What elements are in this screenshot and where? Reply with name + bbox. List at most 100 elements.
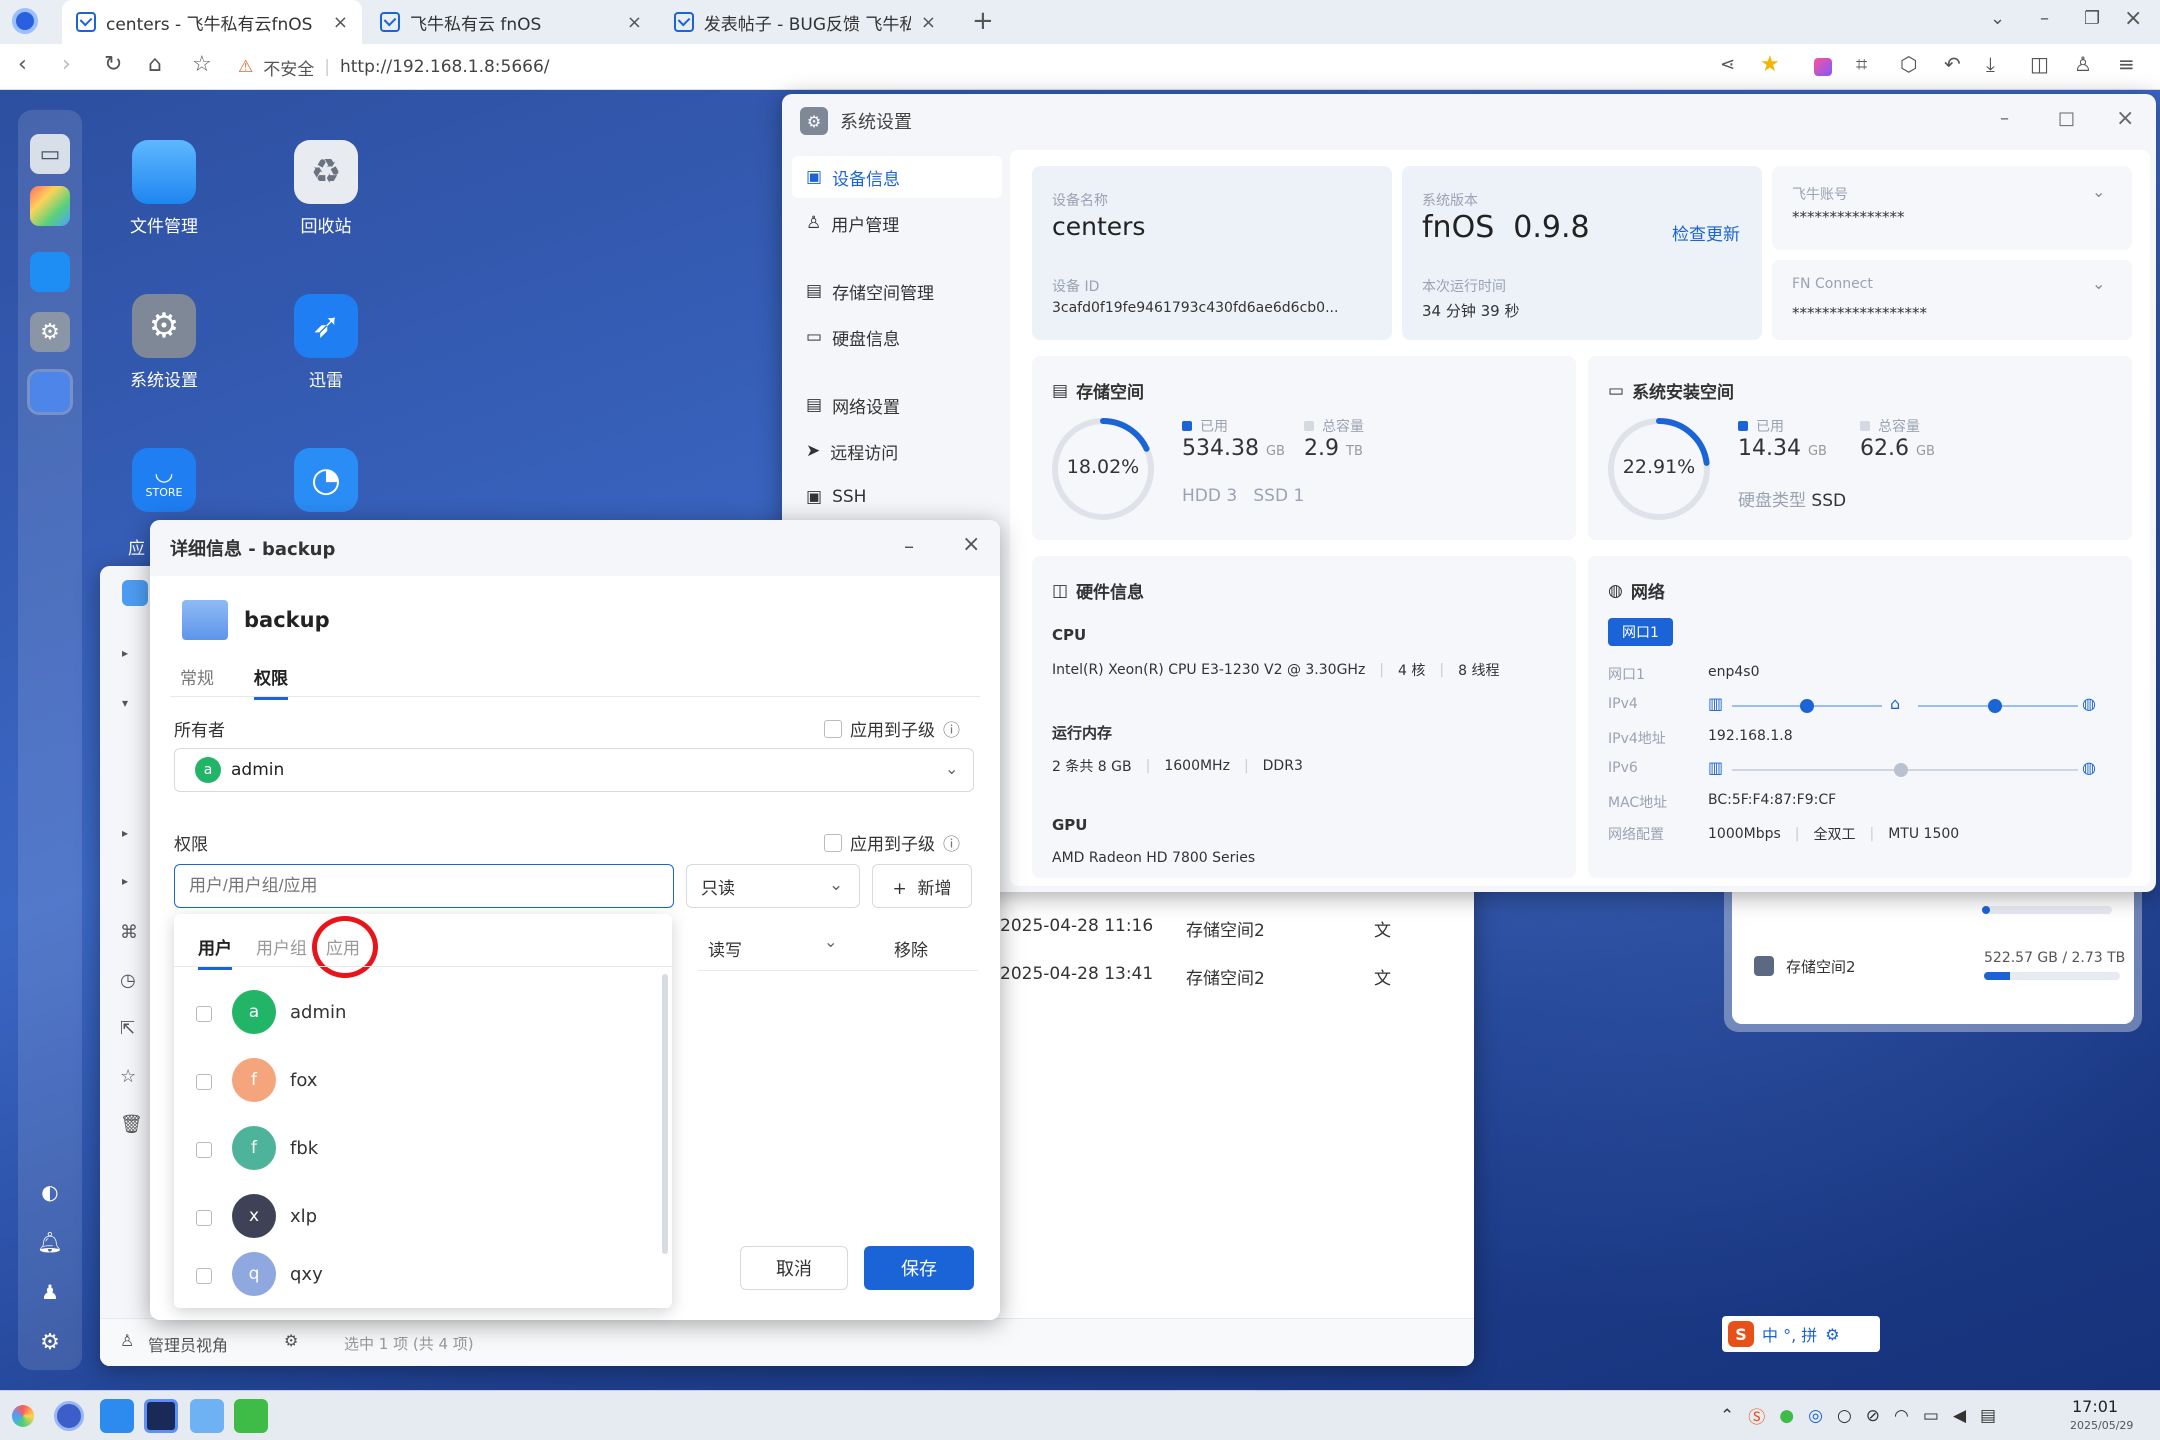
view-settings-icon[interactable]: ⚙ <box>284 1331 298 1350</box>
tray-network-drive-icon[interactable]: ◎ <box>1808 1406 1823 1426</box>
list-item[interactable]: f fox <box>174 1050 654 1110</box>
expand-icon[interactable]: ▸ <box>122 646 128 660</box>
taskbar-app-2-icon[interactable] <box>190 1399 224 1433</box>
permission-level-select[interactable]: 只读 ⌄ <box>686 864 860 908</box>
row-permission-chevron-icon[interactable]: ⌄ <box>824 932 837 951</box>
crop-icon[interactable]: ⌗ <box>1856 52 1867 76</box>
reload-icon[interactable]: ↻ <box>104 52 122 77</box>
user-checkbox[interactable] <box>196 1210 212 1226</box>
shortcut-icon[interactable]: ⌘ <box>120 922 138 943</box>
picker-tab-users[interactable]: 用户 <box>198 934 232 970</box>
list-item[interactable]: f fbk <box>174 1118 654 1178</box>
apply-child-checkbox[interactable] <box>824 833 842 852</box>
desktop-icon-recycle[interactable]: ♻ 回收站 <box>266 140 386 237</box>
desktop-icon-video[interactable]: ◔ <box>266 448 386 520</box>
tray-expand-icon[interactable]: ⌃ <box>1720 1406 1734 1426</box>
browser-tab-1[interactable]: centers - 飞牛私有云fnOS × <box>62 0 362 44</box>
folder-dock-icon[interactable] <box>30 252 70 292</box>
list-item[interactable]: a admin <box>174 982 654 1042</box>
menu-icon[interactable]: ≡ <box>2118 52 2135 76</box>
new-tab-icon[interactable]: + <box>972 6 994 36</box>
download-icon[interactable]: ⤓ <box>1986 52 1995 76</box>
tab-close-icon[interactable]: × <box>333 12 348 33</box>
menu-network[interactable]: ▤ 网络设置 <box>792 384 1002 426</box>
dialog-minimize-icon[interactable]: – <box>904 534 914 558</box>
permission-user-input[interactable] <box>174 864 674 908</box>
volume-icon[interactable]: ◀ <box>1953 1406 1966 1426</box>
settings-close-icon[interactable]: × <box>2116 106 2134 131</box>
back-icon[interactable]: ‹ <box>18 52 27 77</box>
desktop-icon-thunder[interactable]: ➶ 迅雷 <box>266 294 386 391</box>
settings-maximize-icon[interactable]: □ <box>2058 108 2075 129</box>
port-tab[interactable]: 网口1 <box>1608 618 1673 646</box>
menu-user-management[interactable]: ♙ 用户管理 <box>792 202 1002 244</box>
list-item[interactable]: q qxy <box>174 1244 654 1304</box>
user-icon[interactable]: ♟ <box>30 1272 70 1312</box>
info-icon[interactable]: ⓘ <box>943 830 960 855</box>
user-checkbox[interactable] <box>196 1268 212 1284</box>
check-update-link[interactable]: 检查更新 <box>1672 220 1740 245</box>
taskbar-browser-icon[interactable] <box>144 1399 178 1433</box>
battery-icon[interactable]: ▭ <box>1923 1406 1939 1426</box>
expand-icon[interactable]: ▸ <box>122 826 128 840</box>
dialog-close-icon[interactable]: × <box>962 532 980 557</box>
remove-button[interactable]: 移除 <box>894 936 928 961</box>
url-field[interactable]: ⚠ 不安全 | http://192.168.1.8:5666/ <box>238 50 1718 84</box>
tab-list-icon[interactable]: ⌄ <box>1990 8 2005 29</box>
user-checkbox[interactable] <box>196 1142 212 1158</box>
close-window-icon[interactable]: × <box>2124 6 2142 31</box>
puzzle-icon[interactable]: ⬡ <box>1900 52 1917 76</box>
filemanager-dock-icon[interactable] <box>27 369 73 415</box>
wifi-icon[interactable]: ◠ <box>1894 1406 1909 1426</box>
tab-general[interactable]: 常规 <box>180 664 214 689</box>
cancel-button[interactable]: 取消 <box>740 1246 848 1290</box>
tray-search-icon[interactable]: ○ <box>1837 1406 1852 1426</box>
settings-minimize-icon[interactable]: – <box>2000 108 2009 129</box>
home-icon[interactable]: ⌂ <box>148 52 162 77</box>
user-checkbox[interactable] <box>196 1006 212 1022</box>
taskbar-app-1-icon[interactable] <box>54 1401 84 1431</box>
taskbar-files-icon[interactable] <box>100 1399 134 1433</box>
trash-icon[interactable]: 🗑︎ <box>120 1114 143 1135</box>
add-permission-button[interactable]: + 新增 <box>872 864 972 908</box>
browser-tab-2[interactable]: 飞牛私有云 fnOS × <box>366 0 656 44</box>
table-row[interactable]: 2025-04-28 11:16 存储空间2 文 <box>1000 906 1500 950</box>
ime-toolbar[interactable]: S 中 °, 拼 ⚙ <box>1722 1316 1880 1352</box>
browser-logo-icon[interactable] <box>12 8 38 34</box>
user-checkbox[interactable] <box>196 1074 212 1090</box>
tray-ime-icon[interactable]: Ⓢ <box>1748 1403 1765 1428</box>
share-folder-icon[interactable]: ⇱ <box>120 1018 135 1039</box>
minimize-icon[interactable]: – <box>2040 8 2049 29</box>
forward-icon[interactable]: › <box>62 52 71 77</box>
desktop-icon-store[interactable]: ◡ STORE <box>104 448 224 520</box>
perm-apply-child[interactable]: 应用到子级 ⓘ <box>824 830 960 855</box>
taskbar-wechat-icon[interactable] <box>234 1399 268 1433</box>
save-button[interactable]: 保存 <box>864 1246 974 1290</box>
profile-icon[interactable]: ♙ <box>2074 52 2092 76</box>
fn-account-expand-icon[interactable]: ⌄ <box>2092 182 2105 201</box>
owner-apply-child[interactable]: 应用到子级 ⓘ <box>824 716 960 741</box>
settings-dock-icon[interactable]: ⚙ <box>30 312 70 352</box>
fn-connect-expand-icon[interactable]: ⌄ <box>2092 274 2105 293</box>
info-icon[interactable]: ⓘ <box>943 716 960 741</box>
owner-select[interactable]: a admin ⌄ <box>174 748 974 792</box>
clock-time[interactable]: 17:01 <box>2072 1397 2118 1416</box>
view-mode-label[interactable]: 管理员视角 <box>148 1332 228 1356</box>
picker-scrollbar[interactable] <box>662 974 668 1254</box>
browser-tab-3[interactable]: 发表帖子 - BUG反馈 飞牛私 × <box>660 0 950 44</box>
notification-icon[interactable]: 🔔︎ <box>30 1222 70 1262</box>
start-menu-icon[interactable] <box>12 1405 34 1427</box>
tray-monitor-icon[interactable]: ▤ <box>1980 1406 1996 1426</box>
tray-app-icon[interactable]: ● <box>1779 1406 1794 1426</box>
row-permission[interactable]: 读写 <box>708 936 742 961</box>
desktop-icon-files[interactable]: 文件管理 <box>104 140 224 237</box>
menu-ssh[interactable]: ▣ SSH <box>792 476 1002 518</box>
undo-icon[interactable]: ↶ <box>1944 52 1961 76</box>
menu-remote-access[interactable]: ➤ 远程访问 <box>792 430 1002 472</box>
ime-settings-icon[interactable]: ⚙ <box>1825 1325 1839 1344</box>
favorite-star-icon[interactable]: ★ <box>1760 52 1780 77</box>
sidebar-icon[interactable]: ◫ <box>2030 52 2049 76</box>
star-icon[interactable]: ☆ <box>120 1066 136 1087</box>
apply-child-checkbox[interactable] <box>824 719 842 738</box>
tab-permissions[interactable]: 权限 <box>254 664 288 700</box>
